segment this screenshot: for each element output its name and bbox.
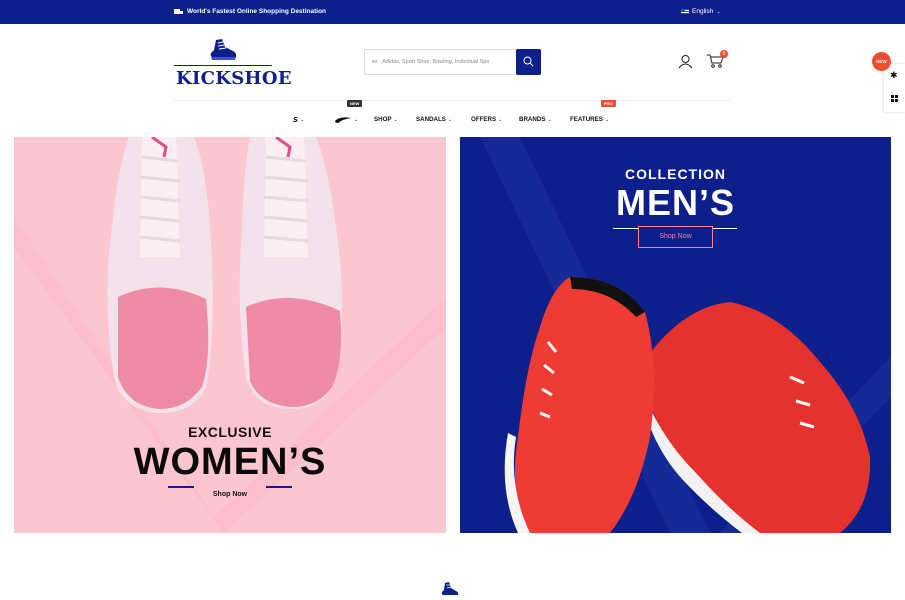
shoe-logo-icon	[441, 582, 459, 595]
search-icon	[523, 56, 534, 67]
nav-item-sandals[interactable]: SANDALS ⌄	[416, 116, 452, 123]
chevron-down-icon: ⌄	[393, 116, 398, 123]
truck-icon	[174, 8, 183, 15]
mens-title: MEN’S	[615, 182, 735, 223]
language-selector[interactable]: English ⌄	[681, 8, 721, 15]
logo-divider	[174, 65, 272, 66]
promo-banner: World's Fastest Online Shopping Destinat…	[174, 8, 326, 15]
nav-item-features[interactable]: FEATURES ⌄	[570, 116, 609, 123]
language-label: English	[692, 8, 714, 15]
top-bar: World's Fastest Online Shopping Destinat…	[0, 0, 905, 24]
nav-item-shop[interactable]: SHOP ⌄	[374, 116, 398, 123]
swoosh-logo-icon	[335, 117, 351, 123]
nav-label: SANDALS	[416, 116, 446, 123]
skechers-logo-icon: S	[293, 116, 299, 124]
chevron-down-icon: ⌄	[354, 117, 359, 123]
mens-shop-now-button[interactable]: Shop Now	[638, 226, 713, 248]
chevron-down-icon: ⌄	[716, 8, 721, 15]
cart-count-badge: 0	[720, 50, 728, 58]
search-button[interactable]	[516, 49, 541, 75]
header-divider	[174, 100, 730, 101]
nav-item-brands[interactable]: BRANDS ⌄ PRO	[519, 100, 616, 123]
nav-label: FEATURES	[570, 116, 603, 123]
nav-label: SHOP	[374, 116, 392, 123]
nav-item-skechers[interactable]: S ⌄	[293, 116, 304, 124]
decorative-line	[266, 486, 292, 488]
chevron-down-icon: ⌄	[547, 116, 552, 123]
main-nav: S ⌄ ⌄ NEW SHOP ⌄ SANDALS ⌄ OFFERS ⌄ BRAN…	[0, 100, 905, 128]
flag-icon	[681, 9, 689, 14]
womens-subtitle: EXCLUSIVE	[188, 424, 272, 440]
promo-text: World's Fastest Online Shopping Destinat…	[187, 8, 327, 15]
user-icon[interactable]	[678, 54, 693, 69]
chevron-down-icon: ⌄	[300, 117, 305, 123]
nav-new-badge: NEW	[347, 100, 363, 107]
chevron-down-icon: ⌄	[498, 116, 503, 123]
mens-banner[interactable]: COLLECTION MEN’S Shop Now	[460, 137, 891, 533]
grid-icon[interactable]	[891, 95, 899, 103]
site-logo[interactable]: KICKSHOE	[172, 38, 292, 89]
decorative-line	[713, 228, 737, 229]
new-badge[interactable]: NEW	[872, 52, 891, 71]
nav-item-offers[interactable]: OFFERS ⌄	[471, 116, 502, 123]
womens-title: WOMEN’S	[133, 441, 327, 483]
chevron-down-icon: ⌄	[604, 116, 610, 123]
womens-banner[interactable]: EXCLUSIVE WOMEN’S Shop Now	[14, 137, 446, 533]
womens-shop-now-button[interactable]: Shop Now	[200, 489, 260, 501]
mens-subtitle: COLLECTION	[625, 166, 726, 182]
side-tools-panel: ✱	[884, 64, 905, 112]
search-box	[364, 49, 541, 75]
chevron-down-icon: ⌄	[447, 116, 453, 123]
nav-label: BRANDS	[519, 116, 546, 123]
decorative-line	[613, 228, 638, 229]
search-input[interactable]	[365, 50, 516, 74]
nav-pro-badge: PRO	[601, 100, 616, 107]
gear-icon[interactable]: ✱	[890, 71, 898, 80]
logo-text: KICKSHOE	[176, 68, 292, 89]
nav-item-brand-swoosh[interactable]: ⌄ NEW	[334, 100, 363, 124]
shoe-logo-icon	[210, 39, 237, 60]
decorative-line	[168, 486, 194, 488]
nav-label: OFFERS	[471, 116, 497, 123]
